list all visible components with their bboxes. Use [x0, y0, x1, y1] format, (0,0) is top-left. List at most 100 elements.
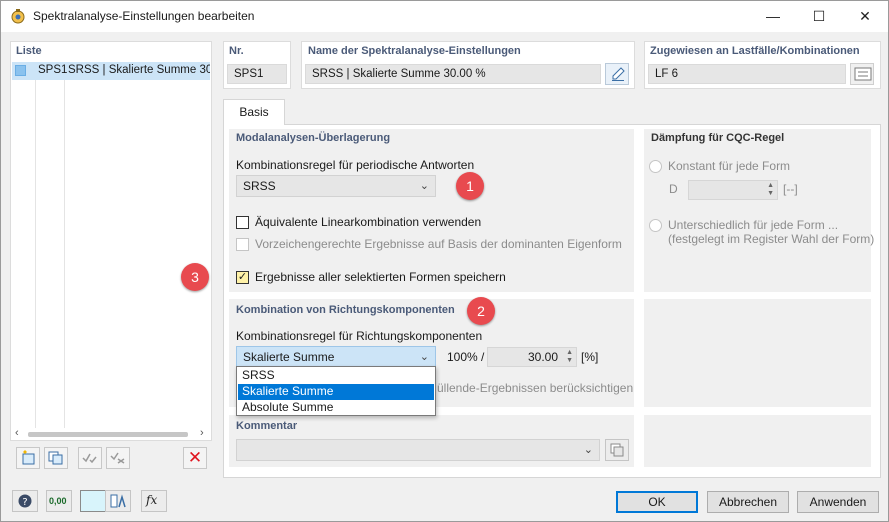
percent-prefix-label: 100% /: [447, 350, 485, 364]
comment-input[interactable]: ⌄: [236, 439, 600, 461]
copy-item-button[interactable]: [44, 447, 68, 469]
color-button[interactable]: [80, 490, 106, 512]
cancel-button[interactable]: Abbrechen: [707, 491, 789, 513]
apply-button[interactable]: Anwenden: [797, 491, 879, 513]
uncheck-icon: [110, 452, 125, 464]
list-select-icon: [854, 67, 872, 81]
signed-results-checkbox[interactable]: [236, 238, 249, 251]
spinner-arrows-icon[interactable]: ▲ ▼: [566, 349, 573, 365]
comment-title: Kommentar: [236, 420, 298, 432]
direction-rule-select[interactable]: Skalierte Summe ⌄: [236, 346, 436, 368]
chevron-down-icon[interactable]: ⌄: [584, 443, 593, 456]
periodic-rule-value: SRSS: [243, 179, 276, 193]
dropdown-option-srss[interactable]: SRSS: [238, 368, 434, 384]
varying-damping-label: Unterschiedlich für jede Form ...: [668, 218, 839, 232]
name-field[interactable]: SRSS | Skalierte Summe 30.00 %: [305, 64, 601, 84]
periodic-rule-label: Kombinationsregel für periodische Antwor…: [236, 158, 475, 172]
direction-rule-label: Kombinationsregel für Richtungskomponent…: [236, 329, 483, 343]
empty-section: [644, 299, 871, 407]
callout-badge-3: 3: [181, 263, 209, 291]
direction-rule-value: Skalierte Summe: [243, 350, 335, 364]
horizontal-scrollbar[interactable]: ‹ ›: [12, 427, 210, 440]
numeric-format-icon: 0,00: [49, 496, 67, 506]
edit-name-button[interactable]: [605, 63, 629, 85]
linear-combination-label: Äquivalente Linearkombination verwenden: [255, 215, 482, 229]
list-item-name: SRSS | Skalierte Summe 30.00 %: [68, 64, 210, 76]
callout-badge-2: 2: [467, 297, 495, 325]
help-icon: ?: [18, 494, 32, 508]
window-title: Spektralanalyse-Einstellungen bearbeiten: [33, 9, 255, 23]
damping-section: [644, 129, 871, 292]
nr-label: Nr.: [229, 45, 244, 57]
modal-section-title: Modalanalysen-Überlagerung: [236, 132, 391, 144]
spinner-arrows-icon[interactable]: ▲ ▼: [767, 182, 774, 198]
help-button[interactable]: ?: [12, 490, 38, 512]
damping-unit: [--]: [783, 182, 798, 196]
varying-damping-note: (festgelegt im Register Wahl der Form): [668, 232, 875, 246]
signed-results-label: Vorzeichengerechte Ergebnisse auf Basis …: [255, 237, 622, 251]
dropdown-option-scaled-sum[interactable]: Skalierte Summe: [238, 384, 434, 400]
percent-spinner[interactable]: 30.00 ▲ ▼: [487, 347, 577, 367]
scroll-left-icon[interactable]: ‹: [15, 427, 19, 439]
units-button[interactable]: 0,00: [46, 490, 72, 512]
function-button[interactable]: fx: [141, 490, 167, 512]
close-button[interactable]: ✕: [842, 1, 888, 32]
assigned-label: Zugewiesen an Lastfälle/Kombinationen: [650, 45, 860, 57]
percent-unit: [%]: [581, 350, 599, 364]
ok-button[interactable]: OK: [616, 491, 698, 513]
list-item-code: SPS1: [38, 64, 68, 76]
assigned-field[interactable]: LF 6: [648, 64, 846, 84]
direction-rule-dropdown: SRSS Skalierte Summe Absolute Summe: [236, 366, 436, 416]
constant-damping-radio[interactable]: [649, 160, 662, 173]
damping-section-title: Dämpfung für CQC-Regel: [651, 132, 785, 144]
callout-badge-1: 1: [456, 172, 484, 200]
direction-section-title: Kombination von Richtungskomponenten: [236, 304, 455, 316]
hidden-checkbox-label: üllende-Ergebnissen berücksichtigen: [437, 381, 634, 395]
svg-text:?: ?: [22, 497, 27, 508]
check-all-button[interactable]: [78, 447, 102, 469]
chevron-down-icon: ⌄: [419, 180, 429, 192]
assigned-panel: Zugewiesen an Lastfälle/Kombinationen LF…: [644, 41, 881, 89]
chevron-down-icon: ⌄: [419, 351, 429, 363]
list-panel: Liste SPS1 SRSS | Skalierte Summe 30.00 …: [10, 41, 212, 441]
save-all-modes-checkbox[interactable]: ✓: [236, 271, 249, 284]
empty-section: [644, 415, 871, 467]
column-divider: [64, 80, 65, 428]
scrollbar-thumb[interactable]: [28, 432, 188, 437]
assign-button[interactable]: [850, 63, 874, 85]
comment-library-button[interactable]: [605, 439, 629, 461]
dialog-window: Spektralanalyse-Einstellungen bearbeiten…: [0, 0, 889, 522]
check-all-icon: [82, 453, 97, 464]
varying-damping-radio[interactable]: [649, 219, 662, 232]
minimize-button[interactable]: —: [750, 1, 796, 32]
damping-d-label: D: [669, 182, 678, 196]
list-item[interactable]: SPS1 SRSS | Skalierte Summe 30.00 %: [12, 62, 210, 80]
copy-icon: [48, 451, 63, 465]
name-panel: Name der Spektralanalyse-Einstellungen S…: [301, 41, 635, 89]
maximize-button[interactable]: ☐: [796, 1, 842, 32]
new-item-icon: [22, 450, 35, 465]
nr-field[interactable]: SPS1: [227, 64, 287, 84]
uncheck-all-button[interactable]: [106, 447, 130, 469]
app-icon: [11, 9, 25, 24]
edit-icon: [612, 67, 625, 81]
display-settings-button[interactable]: [105, 490, 131, 512]
linear-combination-checkbox[interactable]: [236, 216, 249, 229]
tab-basis[interactable]: Basis: [223, 99, 285, 125]
constant-damping-label: Konstant für jede Form: [668, 159, 791, 173]
modal-superposition-section: [229, 129, 634, 292]
list-title: Liste: [16, 45, 42, 57]
save-all-modes-label: Ergebnisse aller selektierten Formen spe…: [255, 270, 506, 284]
column-divider: [35, 80, 36, 428]
delete-button[interactable]: ✕: [183, 447, 207, 469]
new-item-button[interactable]: [16, 447, 40, 469]
name-label: Name der Spektralanalyse-Einstellungen: [308, 45, 521, 57]
color-swatch-icon: [15, 65, 26, 76]
damping-value-spinner[interactable]: ▲ ▼: [688, 180, 778, 200]
periodic-rule-select[interactable]: SRSS ⌄: [236, 175, 436, 197]
dropdown-option-absolute-sum[interactable]: Absolute Summe: [238, 400, 434, 416]
copy-icon: [610, 443, 624, 457]
nr-panel: Nr. SPS1: [223, 41, 291, 89]
function-icon: fx: [146, 493, 158, 507]
scroll-right-icon[interactable]: ›: [200, 427, 204, 439]
